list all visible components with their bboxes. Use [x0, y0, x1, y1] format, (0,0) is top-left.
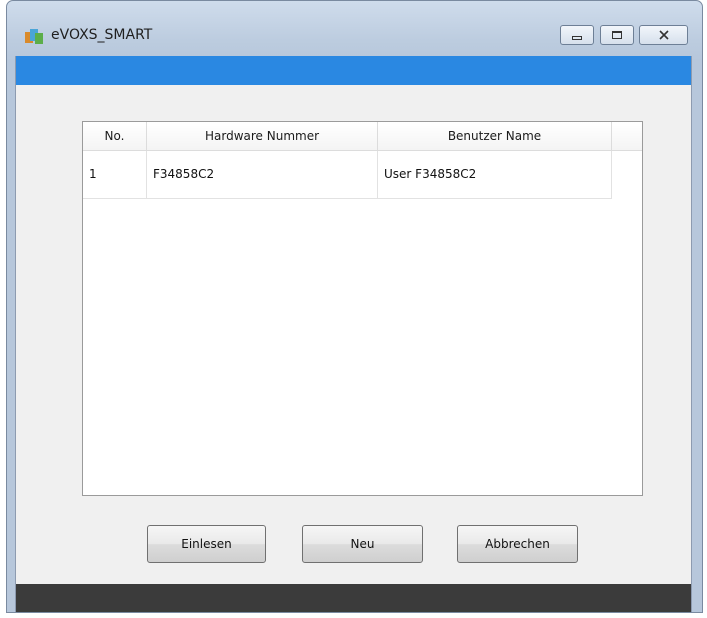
close-icon [658, 30, 669, 40]
minimize-button[interactable] [560, 25, 594, 45]
app-window: eVOXS_SMART No. Hardware Nummer Benutzer… [6, 0, 703, 613]
client-area: No. Hardware Nummer Benutzer Name 1 F348… [15, 56, 692, 612]
device-table[interactable]: No. Hardware Nummer Benutzer Name 1 F348… [82, 121, 643, 496]
button-row: Einlesen Neu Abbrechen [16, 525, 691, 565]
minimize-icon [572, 36, 582, 40]
column-header-user[interactable]: Benutzer Name [378, 122, 612, 150]
new-button[interactable]: Neu [302, 525, 423, 563]
status-bar [16, 584, 691, 612]
table-header: No. Hardware Nummer Benutzer Name [83, 122, 642, 151]
column-header-filler [612, 122, 642, 150]
column-header-hardware[interactable]: Hardware Nummer [147, 122, 378, 150]
window-title: eVOXS_SMART [51, 27, 153, 43]
header-bar [16, 56, 691, 85]
title-bar[interactable]: eVOXS_SMART [7, 1, 702, 57]
cell-hardware: F34858C2 [147, 151, 378, 198]
maximize-icon [612, 31, 622, 39]
table-row[interactable]: 1 F34858C2 User F34858C2 [83, 151, 612, 199]
maximize-button[interactable] [600, 25, 634, 45]
cell-no: 1 [83, 151, 147, 198]
column-header-no[interactable]: No. [83, 122, 147, 150]
cancel-button[interactable]: Abbrechen [457, 525, 578, 563]
read-button[interactable]: Einlesen [147, 525, 266, 563]
app-icon [25, 29, 43, 44]
close-button[interactable] [639, 25, 688, 45]
cell-user: User F34858C2 [378, 151, 612, 198]
